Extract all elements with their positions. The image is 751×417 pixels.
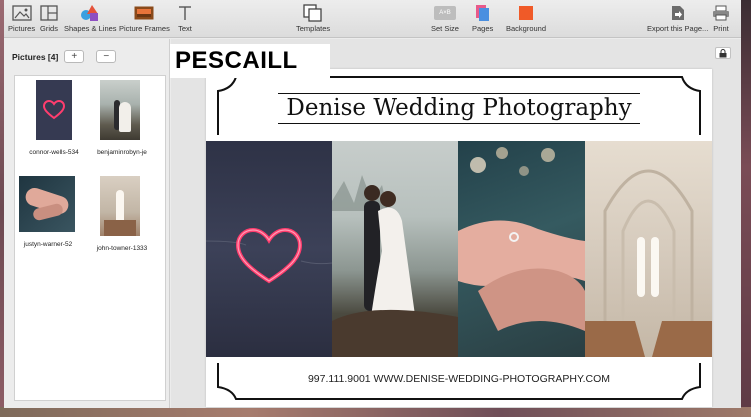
grids-icon (40, 4, 58, 22)
sidebar-title: Pictures [4] (12, 51, 59, 62)
set-size-icon-text: A×B (433, 6, 456, 20)
toolbar-grids-button[interactable]: Grids (40, 4, 58, 33)
picture-frames-icon (134, 4, 154, 22)
toolbar-export-button[interactable]: Export this Page... (647, 4, 708, 33)
sidebar-header: Pictures [4] + − (12, 50, 117, 63)
toolbar-pictures-button[interactable]: Pictures (8, 4, 35, 33)
couple-photo[interactable] (332, 141, 458, 357)
overlay-label: PESCAILL (170, 44, 330, 78)
desktop-background-bottom (0, 407, 751, 417)
export-icon (671, 4, 685, 22)
picture-caption: connor-wells-534 (29, 149, 79, 156)
shapes-lines-icon (79, 4, 101, 22)
pages-icon (475, 4, 491, 22)
photo-strip (206, 141, 712, 357)
pictures-sidebar: Pictures [4] + − connor-wells-534 benjam… (4, 39, 170, 408)
toolbar-label: Shapes & Lines (64, 24, 117, 33)
page-footer-text[interactable]: 997.111.9001 WWW.DENISE-WEDDING-PHOTOGRA… (206, 373, 712, 385)
toolbar-templates-button[interactable]: Templates (296, 4, 330, 33)
remove-picture-button[interactable]: − (96, 50, 117, 63)
toolbar-pages-button[interactable]: Pages (472, 4, 493, 33)
page-title[interactable]: Denise Wedding Photography (278, 93, 640, 124)
background-icon (519, 4, 534, 22)
app-window: Pictures Grids Shapes & Lines Picture Fr… (4, 0, 741, 408)
toolbar-label: Text (178, 24, 192, 33)
toolbar-label: Export this Page... (647, 24, 709, 33)
picture-thumb[interactable]: justyn-warner-52 (17, 176, 79, 248)
pictures-icon (11, 4, 32, 22)
hands-thumbnail (19, 176, 75, 232)
text-icon (178, 4, 192, 22)
ring-hands-photo[interactable] (458, 141, 585, 357)
toolbar-label: Templates (296, 24, 331, 33)
toolbar-label: Grids (40, 24, 58, 33)
neon-heart-photo[interactable] (206, 141, 332, 357)
add-picture-button[interactable]: + (64, 50, 85, 63)
toolbar-label: Picture Frames (119, 24, 170, 33)
toolbar-print-button[interactable]: Print (712, 4, 730, 33)
picture-thumb[interactable]: john-towner-1333 (91, 176, 153, 252)
set-size-icon: A×B (433, 4, 456, 22)
couple-thumbnail (100, 80, 140, 140)
toolbar-label: Pages (472, 24, 494, 33)
toolbar-set-size-button[interactable]: A×B Set Size (431, 4, 459, 33)
neon-heart-thumbnail (36, 80, 72, 140)
picture-caption: benjaminrobyn-je (97, 149, 147, 156)
lock-icon[interactable] (715, 47, 731, 59)
toolbar-label: Background (506, 24, 547, 33)
picture-caption: john-towner-1333 (96, 245, 148, 252)
toolbar-picture-frames-button[interactable]: Picture Frames (119, 4, 170, 33)
design-page[interactable]: Denise Wedding Photography 997.111.9001 … (206, 69, 712, 407)
toolbar-label: Print (713, 24, 729, 33)
canvas-area: Denise Wedding Photography 997.111.9001 … (171, 39, 741, 408)
picture-thumb[interactable]: connor-wells-534 (23, 80, 85, 156)
toolbar-background-button[interactable]: Background (506, 4, 546, 33)
picture-thumb[interactable]: benjaminrobyn-je (91, 80, 153, 156)
toolbar-shapes-lines-button[interactable]: Shapes & Lines (64, 4, 117, 33)
chapel-photo[interactable] (585, 141, 712, 357)
picture-caption: justyn-warner-52 (23, 241, 73, 248)
templates-icon (303, 4, 323, 22)
chapel-thumbnail (100, 176, 140, 236)
desktop-background-right (741, 0, 751, 417)
toolbar-label: Pictures (8, 24, 36, 33)
pictures-list: connor-wells-534 benjaminrobyn-je justyn… (14, 75, 166, 401)
print-icon (712, 4, 730, 22)
toolbar-label: Set Size (431, 24, 459, 33)
toolbar: Pictures Grids Shapes & Lines Picture Fr… (4, 0, 741, 38)
toolbar-text-button[interactable]: Text (178, 4, 192, 33)
